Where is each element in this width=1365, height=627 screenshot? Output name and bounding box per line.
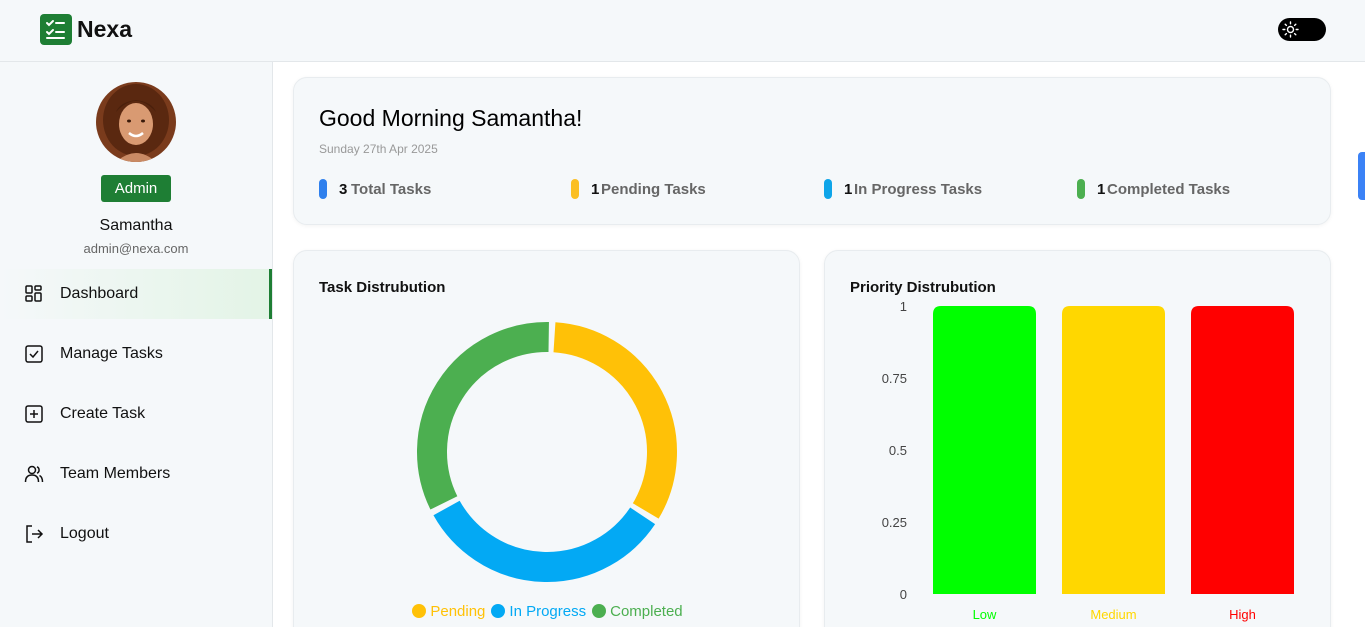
legend-item[interactable]: Pending (412, 603, 485, 620)
main-content: Good Morning Samantha! Sunday 27th Apr 2… (273, 62, 1365, 627)
sidebar-item-label: Logout (60, 525, 109, 542)
plus-square-icon (25, 405, 43, 423)
x-tick-label: High (1229, 607, 1256, 622)
stat-label: In Progress Tasks (854, 181, 983, 198)
sidebar-item-logout[interactable]: Logout (0, 509, 272, 559)
scroll-indicator[interactable] (1358, 152, 1365, 200)
user-email: admin@nexa.com (83, 241, 189, 256)
users-icon (24, 465, 44, 483)
greeting-date: Sunday 27th Apr 2025 (319, 142, 438, 156)
stat-color-bar (1077, 179, 1085, 199)
greeting-card: Good Morning Samantha! Sunday 27th Apr 2… (293, 77, 1331, 225)
y-tick-label: 0.25 (882, 515, 907, 530)
bar-high[interactable] (1191, 306, 1294, 594)
stat-label: Pending Tasks (601, 181, 706, 198)
y-tick-label: 0 (900, 587, 907, 602)
bar-low[interactable] (933, 306, 1036, 594)
user-name: Samantha (99, 217, 173, 234)
avatar (96, 82, 176, 162)
top-bar: Nexa (0, 0, 1365, 62)
sidebar-item-label: Create Task (60, 405, 146, 422)
sidebar-item-dashboard[interactable]: Dashboard (0, 269, 272, 319)
donut-slice-pending[interactable] (553, 322, 677, 519)
dashboard-grid-icon (25, 285, 42, 302)
legend-dot (412, 604, 427, 618)
sidebar-item-label: Team Members (60, 465, 171, 482)
sun-icon (1282, 21, 1299, 38)
legend-label: In Progress (509, 603, 587, 620)
y-tick-label: 0.75 (882, 371, 907, 386)
task-distribution-card: Task Distrubution Pending In Progress Comp… (293, 250, 800, 627)
greeting-title: Good Morning Samantha! (319, 105, 583, 131)
stat-color-bar (571, 179, 579, 199)
sidebar-item-create-task[interactable]: Create Task (0, 389, 272, 439)
donut-slice-in-progress[interactable] (433, 500, 656, 582)
stat-count: 1 (1097, 181, 1106, 198)
x-tick-label: Medium (1090, 607, 1136, 622)
sidebar-item-team-members[interactable]: Team Members (0, 449, 272, 499)
sidebar-item-manage-tasks[interactable]: Manage Tasks (0, 329, 272, 379)
legend-dot (491, 604, 506, 618)
donut-chart (417, 322, 677, 582)
logout-icon (26, 525, 44, 543)
role-badge: Admin (101, 175, 171, 202)
priority-distribution-card: Priority Distrubution 0 0.25 0.5 0.75 1 Low Me… (824, 250, 1331, 627)
checkbox-icon (25, 345, 43, 363)
checklist-logo-icon (40, 14, 72, 45)
bar-chart: 0 0.25 0.5 0.75 1 Low Medium High (882, 299, 1294, 622)
y-tick-label: 1 (900, 299, 907, 314)
legend-item[interactable]: In Progress (491, 603, 586, 620)
stat-count: 1 (844, 181, 853, 198)
legend-dot (592, 604, 607, 618)
legend-label: Pending (430, 603, 486, 620)
legend-item[interactable]: Completed (592, 603, 683, 620)
stat-color-bar (824, 179, 832, 199)
chart-legend: Pending In Progress Completed (294, 603, 801, 620)
stat-count: 1 (591, 181, 600, 198)
sidebar: Admin Samantha admin@nexa.com Dashboard … (0, 62, 273, 627)
sidebar-item-label: Manage Tasks (60, 345, 163, 362)
theme-toggle[interactable] (1278, 18, 1326, 41)
stat-color-bar (319, 179, 327, 199)
stat-count: 3 (339, 181, 348, 198)
bar-medium[interactable] (1062, 306, 1165, 594)
donut-slice-completed[interactable] (417, 322, 549, 510)
stat-label: Completed Tasks (1107, 181, 1231, 198)
y-tick-label: 0.5 (889, 443, 907, 458)
x-tick-label: Low (973, 607, 997, 622)
brand-name: Nexa (77, 16, 132, 42)
legend-label: Completed (610, 603, 683, 620)
sidebar-item-label: Dashboard (60, 285, 139, 302)
stat-label: Total Tasks (351, 181, 432, 198)
